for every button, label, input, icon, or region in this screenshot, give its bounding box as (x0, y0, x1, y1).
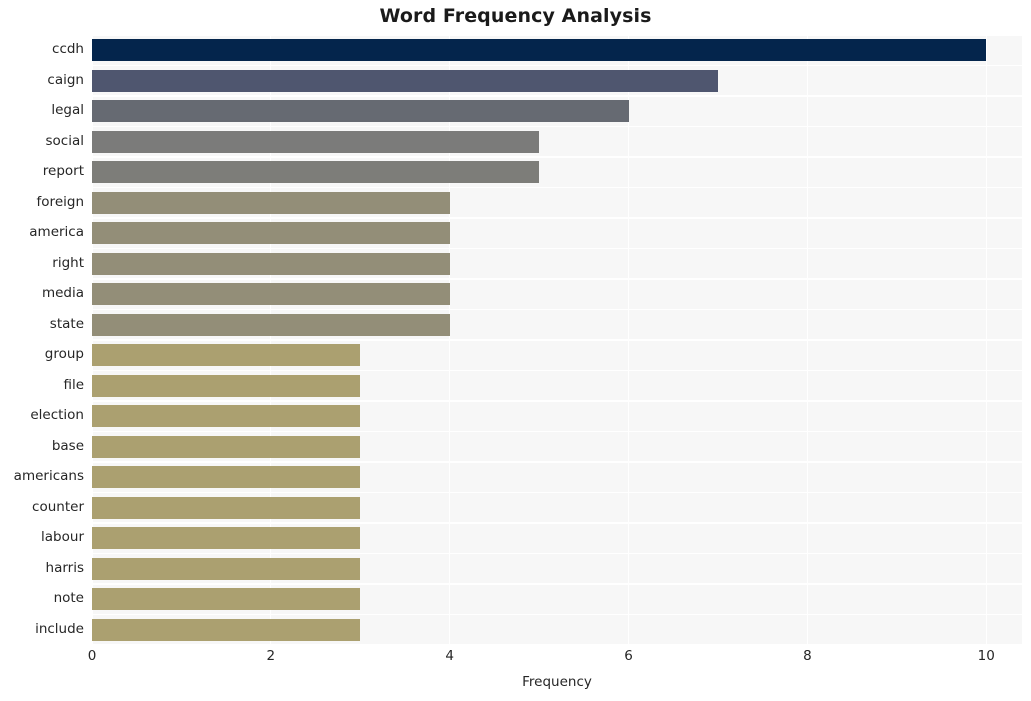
bar-file[interactable] (92, 374, 361, 397)
y-gridline (92, 552, 1022, 555)
y-tick-label-group: group (44, 346, 84, 363)
x-axis-tick-labels: 0 2 4 6 8 10 (0, 648, 1031, 670)
y-tick-label-harris: harris (45, 559, 84, 576)
bar-social[interactable] (92, 130, 540, 153)
bar-report[interactable] (92, 161, 540, 184)
y-gridline (92, 522, 1022, 524)
bar-harris[interactable] (92, 557, 361, 580)
y-tick-label-social: social (45, 132, 85, 149)
y-gridline (92, 125, 1022, 128)
bar-ccdh[interactable] (92, 39, 987, 62)
bar-foreign[interactable] (92, 191, 450, 214)
plot-area (92, 35, 1022, 645)
x-tick-label-10: 10 (977, 648, 995, 664)
y-gridline (92, 64, 1022, 67)
y-gridline (92, 430, 1022, 433)
y-axis-tick-labels: ccdh caign legal social report foreign america… (0, 35, 84, 645)
y-tick-label-note: note (53, 590, 84, 607)
y-gridline (92, 217, 1022, 219)
bar-include[interactable] (92, 618, 361, 641)
chart-title: Word Frequency Analysis (379, 5, 652, 27)
y-tick-label-media: media (41, 285, 84, 302)
y-gridline (92, 613, 1022, 616)
bar-counter[interactable] (92, 496, 361, 519)
y-tick-label-election: election (30, 407, 84, 424)
y-tick-label-right: right (52, 254, 84, 271)
bar-caign[interactable] (92, 69, 718, 92)
y-tick-label-state: state (49, 315, 84, 332)
y-gridline (92, 644, 1022, 645)
y-gridline (92, 247, 1022, 250)
bar-election[interactable] (92, 405, 361, 428)
bar-media[interactable] (92, 283, 450, 306)
y-gridline (92, 400, 1022, 402)
x-tick-label-0: 0 (87, 648, 97, 664)
y-gridline (92, 156, 1022, 158)
y-tick-label-foreign: foreign (36, 193, 84, 210)
y-tick-label-americans: americans (13, 468, 84, 485)
x-axis-label: Frequency (522, 674, 592, 690)
y-tick-label-report: report (42, 163, 84, 180)
x-tick-label-4: 4 (445, 648, 454, 664)
bar-america[interactable] (92, 222, 450, 245)
bar-note[interactable] (92, 588, 361, 611)
x-tick-label-2: 2 (266, 648, 276, 664)
y-gridline (92, 461, 1022, 463)
y-gridline (92, 308, 1022, 311)
y-gridline (92, 491, 1022, 494)
y-tick-label-counter: counter (32, 498, 84, 515)
bar-base[interactable] (92, 435, 361, 458)
bar-labour[interactable] (92, 527, 361, 550)
y-tick-label-caign: caign (47, 71, 84, 88)
chart-figure: Word Frequency Analysis ccdh caign legal so… (0, 0, 1031, 701)
bar-right[interactable] (92, 252, 450, 275)
bar-group[interactable] (92, 344, 361, 367)
y-tick-label-legal: legal (51, 102, 84, 119)
y-gridline (92, 339, 1022, 341)
y-gridline (92, 278, 1022, 280)
bar-legal[interactable] (92, 100, 629, 123)
y-tick-label-base: base (51, 437, 84, 454)
y-tick-label-ccdh: ccdh (52, 41, 84, 58)
y-gridline (92, 186, 1022, 189)
y-tick-label-america: america (29, 224, 84, 241)
x-tick-label-6: 6 (624, 648, 633, 664)
x-tick-label-8: 8 (803, 648, 812, 664)
y-tick-label-include: include (35, 620, 84, 637)
y-tick-label-labour: labour (41, 529, 84, 546)
bar-state[interactable] (92, 313, 450, 336)
y-gridline (92, 95, 1022, 97)
y-gridline (92, 35, 1022, 36)
y-gridline (92, 583, 1022, 585)
y-tick-label-file: file (63, 376, 84, 393)
y-gridline (92, 369, 1022, 372)
bar-americans[interactable] (92, 466, 361, 489)
